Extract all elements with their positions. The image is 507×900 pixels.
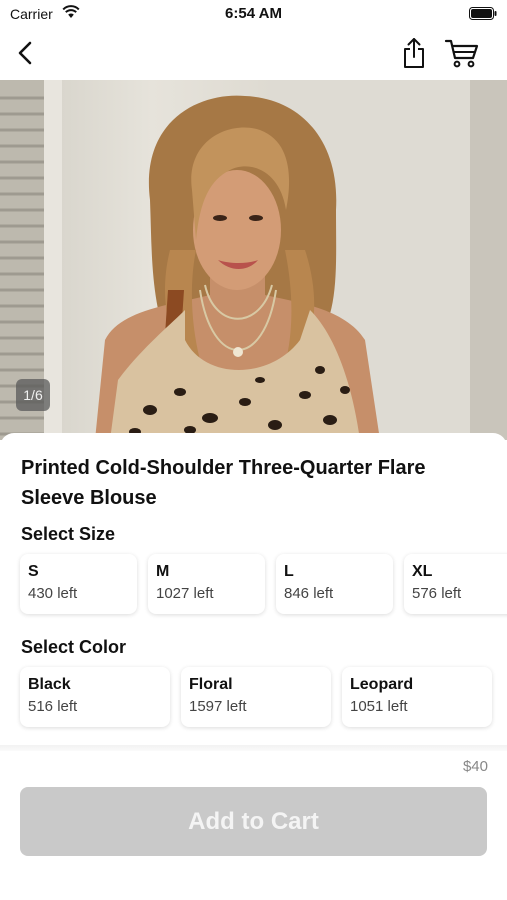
size-name: XL	[412, 563, 433, 580]
color-options: Black 516 left Floral 1597 left Leopard …	[20, 667, 492, 727]
color-option-leopard[interactable]: Leopard 1051 left	[342, 667, 492, 727]
select-color-label: Select Color	[21, 637, 127, 657]
cart-button[interactable]	[442, 34, 482, 72]
product-photo	[0, 80, 507, 440]
color-stock: 516 left	[28, 698, 78, 715]
clock: 6:54 AM	[225, 5, 282, 22]
color-option-floral[interactable]: Floral 1597 left	[181, 667, 331, 727]
size-name: S	[28, 563, 39, 580]
product-title: Printed Cold-Shoulder Three-Quarter Flar…	[21, 457, 426, 509]
battery-icon	[469, 7, 497, 20]
size-stock: 430 left	[28, 585, 78, 602]
section-divider	[0, 745, 507, 751]
size-stock: 576 left	[412, 585, 462, 602]
color-name: Black	[28, 676, 71, 693]
select-size-label: Select Size	[21, 524, 116, 544]
size-stock: 846 left	[284, 585, 334, 602]
color-stock: 1597 left	[189, 698, 247, 715]
product-image-carousel[interactable]: 1/6	[0, 80, 507, 440]
size-option-l[interactable]: L 846 left	[276, 554, 393, 614]
share-icon	[404, 38, 424, 68]
status-bar: Carrier 6:54 AM	[0, 0, 507, 28]
back-button[interactable]	[10, 36, 40, 70]
product-details-sheet: Printed Cold-Shoulder Three-Quarter Flar…	[0, 433, 507, 900]
color-name: Leopard	[350, 676, 414, 693]
chevron-left-icon	[18, 41, 32, 65]
color-stock: 1051 left	[350, 698, 408, 715]
navigation-bar	[0, 28, 507, 80]
image-page-indicator: 1/6	[16, 379, 50, 411]
size-stock: 1027 left	[156, 585, 214, 602]
size-option-s[interactable]: S 430 left	[20, 554, 137, 614]
share-button[interactable]	[398, 34, 430, 72]
cart-icon	[444, 39, 479, 68]
product-price: $40	[462, 758, 488, 775]
add-to-cart-button[interactable]: Add to Cart	[20, 787, 487, 856]
size-option-xl[interactable]: XL 576 left	[404, 554, 507, 614]
color-name: Floral	[189, 676, 233, 693]
size-name: M	[156, 563, 170, 580]
size-name: L	[284, 563, 294, 580]
color-option-black[interactable]: Black 516 left	[20, 667, 170, 727]
size-option-m[interactable]: M 1027 left	[148, 554, 265, 614]
size-options: S 430 left M 1027 left L 846 left XL 576…	[20, 554, 507, 614]
